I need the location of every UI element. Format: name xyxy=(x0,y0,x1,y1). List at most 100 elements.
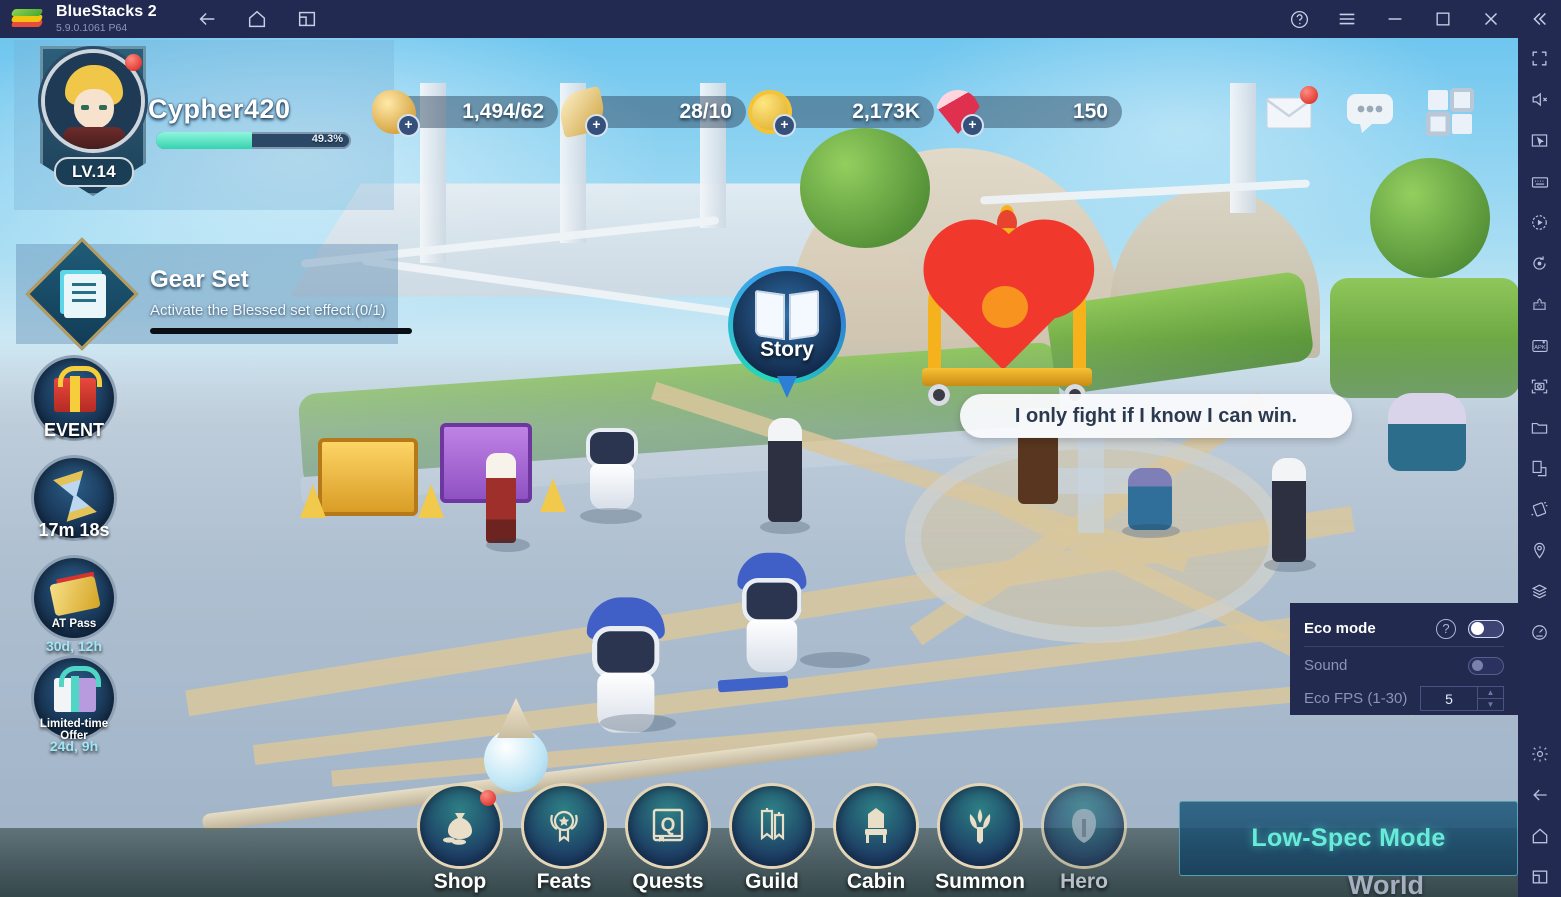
low-spec-mode-banner[interactable]: Low-Spec Mode xyxy=(1179,801,1518,876)
horn-icon: + xyxy=(555,85,609,139)
city-skyline-icon[interactable] xyxy=(1518,284,1561,325)
player-profile-panel[interactable]: LV.14 Cypher420 49.3% xyxy=(14,40,394,210)
cursor-pointer-icon[interactable] xyxy=(1518,120,1561,161)
add-stamina-button[interactable]: + xyxy=(399,116,418,135)
nav-label-guild: Guild xyxy=(745,870,799,893)
game-viewport[interactable]: LV.14 Cypher420 49.3% + 1,494/62 + 28/10… xyxy=(0,38,1518,897)
gear-set-banner[interactable]: Gear Set Activate the Blessed set effect… xyxy=(16,237,412,351)
macro-record-icon[interactable] xyxy=(1518,202,1561,243)
hamburger-menu-icon[interactable] xyxy=(1335,7,1359,31)
titlebar-nav-group xyxy=(195,7,319,31)
layers-icon[interactable] xyxy=(1518,571,1561,612)
shake-icon[interactable] xyxy=(1518,489,1561,530)
currency-value: 2,173K xyxy=(852,100,920,123)
currency-stamina[interactable]: + 1,494/62 xyxy=(372,90,558,135)
scene-gold-chest[interactable] xyxy=(318,438,418,516)
title-bar: BlueStacks 2 5.9.0.1061 P64 xyxy=(0,0,1561,38)
event-button[interactable]: EVENT xyxy=(26,358,122,458)
story-button[interactable]: Story xyxy=(728,266,846,398)
scene-shadow xyxy=(1264,558,1316,572)
multi-instance-sync-icon[interactable] xyxy=(1518,448,1561,489)
throne-chair-icon xyxy=(836,786,916,866)
shop-badge xyxy=(480,790,496,806)
add-gold-button[interactable]: + xyxy=(775,116,794,135)
quest-book-icon: Q xyxy=(628,786,708,866)
media-folder-icon[interactable] xyxy=(1518,407,1561,448)
rotate-icon[interactable] xyxy=(1518,243,1561,284)
nav-button-hero[interactable]: Hero xyxy=(1032,786,1136,897)
eco-fps-decrement[interactable]: ▼ xyxy=(1478,699,1503,710)
settings-gear-icon[interactable] xyxy=(1518,733,1561,774)
eco-fps-label: Eco FPS (1-30) xyxy=(1304,690,1408,707)
currency-value: 1,494/62 xyxy=(462,100,544,123)
scene-heart-carriage[interactable] xyxy=(918,208,1096,406)
location-pin-icon[interactable] xyxy=(1518,530,1561,571)
add-horn-button[interactable]: + xyxy=(587,116,606,135)
mute-icon[interactable] xyxy=(1518,79,1561,120)
chat-icon[interactable] xyxy=(1342,86,1400,138)
mail-badge xyxy=(1300,86,1318,104)
scene-npc-dark[interactable] xyxy=(768,418,802,522)
nav-button-feats[interactable]: Feats xyxy=(512,786,616,897)
at-pass-button[interactable]: AT Pass 30d, 12h xyxy=(26,558,122,658)
minimize-icon[interactable] xyxy=(1383,7,1407,31)
avatar-notification-dot xyxy=(125,54,142,71)
currency-horn[interactable]: + 28/10 xyxy=(555,85,746,139)
avatar[interactable]: LV.14 xyxy=(34,46,152,201)
mail-icon[interactable] xyxy=(1262,86,1320,138)
eco-mode-title: Eco mode xyxy=(1304,620,1376,637)
scene-cone xyxy=(418,484,444,518)
home-icon[interactable] xyxy=(1518,815,1561,856)
nav-button-cabin[interactable]: Cabin xyxy=(824,786,928,897)
eco-fps-arrows: ▲ ▼ xyxy=(1477,687,1503,710)
banner-icon xyxy=(732,786,812,866)
maximize-icon[interactable] xyxy=(1431,7,1455,31)
help-icon[interactable] xyxy=(1287,7,1311,31)
nav-button-shop[interactable]: Shop xyxy=(408,786,512,897)
back-icon[interactable] xyxy=(195,7,219,31)
svg-text:Q: Q xyxy=(661,815,676,836)
eco-mode-popup[interactable]: Eco mode ? Sound Eco FPS (1-30) 5 ▲ ▼ xyxy=(1290,603,1518,715)
eco-mode-toggle[interactable] xyxy=(1468,619,1504,638)
nav-button-guild[interactable]: Guild xyxy=(720,786,824,897)
screenshot-icon[interactable] xyxy=(1518,366,1561,407)
home-icon[interactable] xyxy=(245,7,269,31)
eco-fps-value[interactable]: 5 xyxy=(1421,691,1477,707)
fullscreen-icon[interactable] xyxy=(1518,38,1561,79)
nav-label-hero: Hero xyxy=(1060,870,1108,893)
recents-icon[interactable] xyxy=(1518,856,1561,897)
eco-mode-icon[interactable] xyxy=(1518,612,1561,653)
eco-divider xyxy=(1304,646,1504,647)
nav-button-quests[interactable]: Q Quests xyxy=(616,786,720,897)
multi-instance-icon[interactable] xyxy=(295,7,319,31)
install-apk-icon[interactable]: APK xyxy=(1518,325,1561,366)
collapse-rail-icon[interactable] xyxy=(1527,7,1551,31)
sidebar-toolbar: APK xyxy=(1518,38,1561,897)
close-icon[interactable] xyxy=(1479,7,1503,31)
story-label: Story xyxy=(760,338,814,361)
currency-gold[interactable]: + 2,173K xyxy=(748,90,934,135)
eco-sound-toggle[interactable] xyxy=(1468,656,1504,675)
scene-npc-mount[interactable] xyxy=(1128,468,1172,530)
limited-offer-button[interactable]: Limited-time Offer 24d, 9h xyxy=(26,658,122,758)
back-icon[interactable] xyxy=(1518,774,1561,815)
currency-gem[interactable]: + 150 xyxy=(936,90,1122,135)
scene-npc-dark[interactable] xyxy=(1272,458,1306,562)
summon-crest-icon xyxy=(940,786,1020,866)
gift-box-icon xyxy=(54,666,101,712)
scene-tree xyxy=(1370,158,1490,278)
keyboard-controls-icon[interactable] xyxy=(1518,161,1561,202)
scene-shadow xyxy=(760,520,810,534)
eco-fps-stepper[interactable]: 5 ▲ ▼ xyxy=(1420,686,1504,711)
question-mark-icon[interactable]: ? xyxy=(1436,618,1456,639)
eco-fps-increment[interactable]: ▲ xyxy=(1478,687,1503,699)
scene-npc-purple[interactable] xyxy=(1388,393,1466,471)
add-gem-button[interactable]: + xyxy=(963,116,982,135)
idle-reward-button[interactable]: 17m 18s xyxy=(26,458,122,558)
menu-grid-icon[interactable] xyxy=(1422,86,1480,138)
scene-npc-red[interactable] xyxy=(486,453,516,543)
scene-cone xyxy=(300,484,326,518)
nav-button-summon[interactable]: Summon xyxy=(928,786,1032,897)
scene-shadow xyxy=(1122,524,1180,538)
event-label: EVENT xyxy=(43,420,104,440)
